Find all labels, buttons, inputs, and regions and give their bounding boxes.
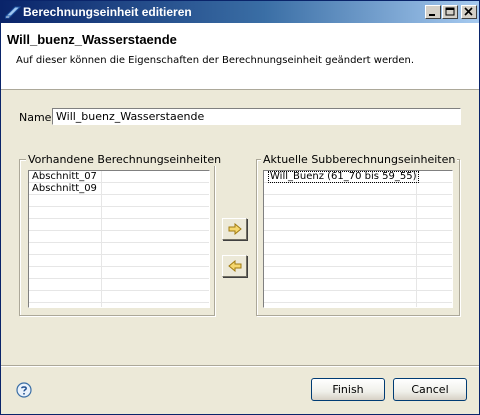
list-item-empty [29, 267, 209, 279]
list-item-empty [29, 231, 209, 243]
remove-button[interactable] [222, 255, 247, 277]
available-units-title: Vorhandene Berechnungseinheiten [26, 153, 224, 166]
title-bar[interactable]: Berechnungseinheit editieren [1, 1, 479, 23]
list-item-empty [29, 207, 209, 219]
list-item-empty [264, 219, 452, 231]
list-item-empty [264, 291, 452, 303]
list-item-empty [29, 243, 209, 255]
list-item-empty [29, 279, 209, 291]
add-button[interactable] [222, 218, 247, 240]
list-item-label: Will_Buenz (61_70 bis 59_55) [268, 171, 419, 183]
name-label: Name [19, 111, 52, 124]
arrow-left-icon [228, 260, 242, 272]
current-subunits-group: Aktuelle Subberechnungseinheiten Will_Bu… [256, 153, 460, 316]
page-title: Will_buenz_Wasserstaende [7, 32, 177, 47]
list-item[interactable]: Will_Buenz (61_70 bis 59_55) [264, 171, 452, 183]
help-icon[interactable] [16, 382, 32, 398]
arrow-right-icon [228, 223, 242, 235]
current-subunits-title: Aktuelle Subberechnungseinheiten [261, 153, 458, 166]
minimize-icon [429, 14, 435, 16]
list-item-empty [264, 195, 452, 207]
available-units-list[interactable]: Abschnitt_07 Abschnitt_09 [28, 170, 210, 308]
window-title: Berechnungseinheit editieren [23, 5, 192, 19]
list-item-label: Abschnitt_07 [32, 171, 97, 182]
button-bar-separator [1, 365, 479, 366]
maximize-button[interactable] [442, 5, 458, 19]
close-button[interactable] [461, 5, 477, 19]
current-subunits-list[interactable]: Will_Buenz (61_70 bis 59_55) [263, 170, 453, 308]
close-icon [464, 7, 473, 16]
cancel-button[interactable]: Cancel [393, 378, 467, 401]
list-item[interactable]: Abschnitt_09 [29, 183, 209, 195]
list-item-empty [264, 267, 452, 279]
list-item-empty [29, 195, 209, 207]
list-item-empty [264, 183, 452, 195]
list-item-empty [264, 279, 452, 291]
page-description: Auf dieser können die Eigenschaften der … [16, 55, 415, 66]
wizard-banner: Will_buenz_Wasserstaende Auf dieser könn… [1, 23, 479, 90]
minimize-button[interactable] [425, 5, 441, 19]
list-item-label: Abschnitt_09 [32, 183, 97, 194]
list-item-empty [264, 207, 452, 219]
app-icon [5, 6, 21, 19]
list-item-empty [264, 231, 452, 243]
list-item-empty [29, 291, 209, 303]
name-input[interactable] [52, 108, 461, 125]
list-item-empty [264, 255, 452, 267]
finish-button[interactable]: Finish [311, 378, 385, 401]
available-units-group: Vorhandene Berechnungseinheiten Abschnit… [19, 153, 224, 316]
list-item-empty [29, 255, 209, 267]
list-item[interactable]: Abschnitt_07 [29, 171, 209, 183]
maximize-icon [445, 7, 455, 16]
list-item-empty [264, 243, 452, 255]
list-item-empty [29, 219, 209, 231]
dialog-window: Berechnungseinheit editieren Will_buenz_… [0, 0, 480, 415]
